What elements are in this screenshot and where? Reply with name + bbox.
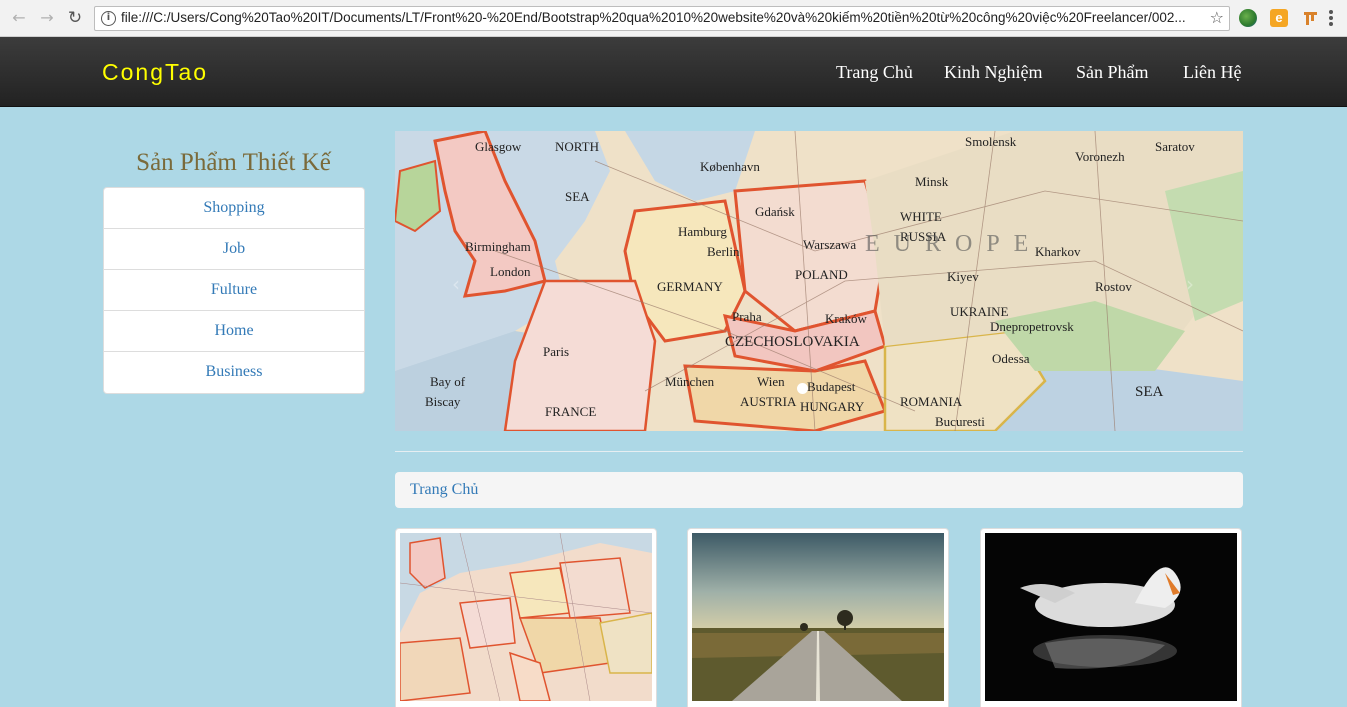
browser-toolbar: ← → ↻ i file:///C:/Users/Cong%20Tao%20IT… [0, 0, 1347, 37]
bookmark-star-icon[interactable]: ☆ [1210, 8, 1224, 27]
svg-text:WHITE: WHITE [900, 209, 942, 224]
svg-text:London: London [490, 264, 531, 279]
thumbnail-map[interactable] [395, 528, 657, 707]
sidebar-title: Sản Phẩm Thiết Kế [136, 149, 331, 176]
svg-text:EUROPE: EUROPE [865, 231, 1042, 257]
sidebar-item-fulture[interactable]: Fulture [104, 270, 364, 311]
svg-text:Birmingham: Birmingham [465, 239, 531, 254]
breadcrumb-home-link[interactable]: Trang Chủ [410, 481, 478, 498]
reload-icon[interactable]: ↻ [65, 8, 85, 28]
map-europe-image [400, 533, 652, 701]
map-europe-image: NORTH SEA København Glasgow Hamburg Berl… [395, 131, 1243, 431]
carousel-prev-icon[interactable]: ‹ [452, 272, 460, 296]
svg-text:Voronezh: Voronezh [1075, 149, 1125, 164]
svg-text:Saratov: Saratov [1155, 139, 1195, 154]
svg-text:Bucuresti: Bucuresti [935, 414, 985, 429]
svg-text:Kraków: Kraków [825, 311, 867, 326]
extension-tool-icon[interactable] [1302, 9, 1320, 27]
svg-text:HUNGARY: HUNGARY [800, 399, 865, 414]
svg-text:Rostov: Rostov [1095, 279, 1132, 294]
svg-text:NORTH: NORTH [555, 139, 599, 154]
nav-link-contact[interactable]: Liên Hệ [1183, 62, 1241, 83]
svg-text:Wien: Wien [757, 374, 785, 389]
svg-text:Bay of: Bay of [430, 374, 466, 389]
breadcrumb: Trang Chủ [395, 472, 1243, 508]
sidebar-item-shopping[interactable]: Shopping [104, 188, 364, 229]
nav-link-home[interactable]: Trang Chủ [836, 62, 913, 83]
address-bar[interactable]: i file:///C:/Users/Cong%20Tao%20IT/Docum… [94, 6, 1230, 31]
svg-text:Gdańsk: Gdańsk [755, 204, 795, 219]
sidebar-list: Shopping Job Fulture Home Business [103, 187, 365, 394]
svg-text:POLAND: POLAND [795, 267, 848, 282]
svg-text:CZECHOSLOVAKIA: CZECHOSLOVAKIA [725, 334, 860, 350]
svg-text:UKRAINE: UKRAINE [950, 304, 1009, 319]
sidebar-item-home[interactable]: Home [104, 311, 364, 352]
svg-text:Praha: Praha [732, 309, 762, 324]
svg-text:ROMANIA: ROMANIA [900, 394, 963, 409]
sidebar-item-job[interactable]: Job [104, 229, 364, 270]
extension-e-icon[interactable]: e [1270, 9, 1288, 27]
svg-text:Biscay: Biscay [425, 394, 461, 409]
svg-text:Budapest: Budapest [807, 379, 856, 394]
sidebar-item-business[interactable]: Business [104, 352, 364, 393]
menu-kebab-icon[interactable] [1329, 10, 1333, 26]
globe-extension-icon[interactable] [1239, 9, 1257, 27]
svg-text:København: København [700, 159, 760, 174]
svg-text:Minsk: Minsk [915, 174, 949, 189]
svg-text:Smolensk: Smolensk [965, 134, 1017, 149]
url-text[interactable]: file:///C:/Users/Cong%20Tao%20IT/Documen… [121, 10, 1206, 25]
svg-text:Odessa: Odessa [992, 351, 1030, 366]
info-icon[interactable]: i [101, 11, 116, 26]
svg-text:Berlin: Berlin [707, 244, 740, 259]
thumbnail-road[interactable] [687, 528, 949, 707]
carousel-indicator-dot[interactable] [797, 383, 808, 394]
svg-text:München: München [665, 374, 715, 389]
swan-image [985, 533, 1237, 701]
nav-link-products[interactable]: Sản Phẩm [1076, 62, 1149, 83]
carousel-map-image[interactable]: NORTH SEA København Glasgow Hamburg Berl… [395, 131, 1243, 431]
svg-text:Kiyev: Kiyev [947, 269, 979, 284]
svg-text:SEA: SEA [1135, 384, 1164, 400]
divider [395, 451, 1243, 452]
svg-text:Dnepropetrovsk: Dnepropetrovsk [990, 319, 1074, 334]
svg-text:Hamburg: Hamburg [678, 224, 727, 239]
road-image [692, 533, 944, 701]
svg-text:AUSTRIA: AUSTRIA [740, 394, 797, 409]
carousel-next-icon[interactable]: › [1186, 272, 1194, 296]
thumbnail-swan[interactable] [980, 528, 1242, 707]
brand-logo[interactable]: CongTao [102, 59, 208, 86]
svg-text:Glasgow: Glasgow [475, 139, 522, 154]
svg-text:Warszawa: Warszawa [803, 237, 856, 252]
site-navbar: CongTao Trang Chủ Kinh Nghiệm Sản Phẩm L… [0, 37, 1347, 107]
arrow-right-icon[interactable]: → [37, 8, 57, 28]
svg-text:FRANCE: FRANCE [545, 404, 596, 419]
svg-text:GERMANY: GERMANY [657, 279, 723, 294]
svg-text:Paris: Paris [543, 344, 569, 359]
svg-text:SEA: SEA [565, 189, 590, 204]
arrow-left-icon[interactable]: ← [9, 8, 29, 28]
nav-link-experience[interactable]: Kinh Nghiệm [944, 62, 1043, 83]
